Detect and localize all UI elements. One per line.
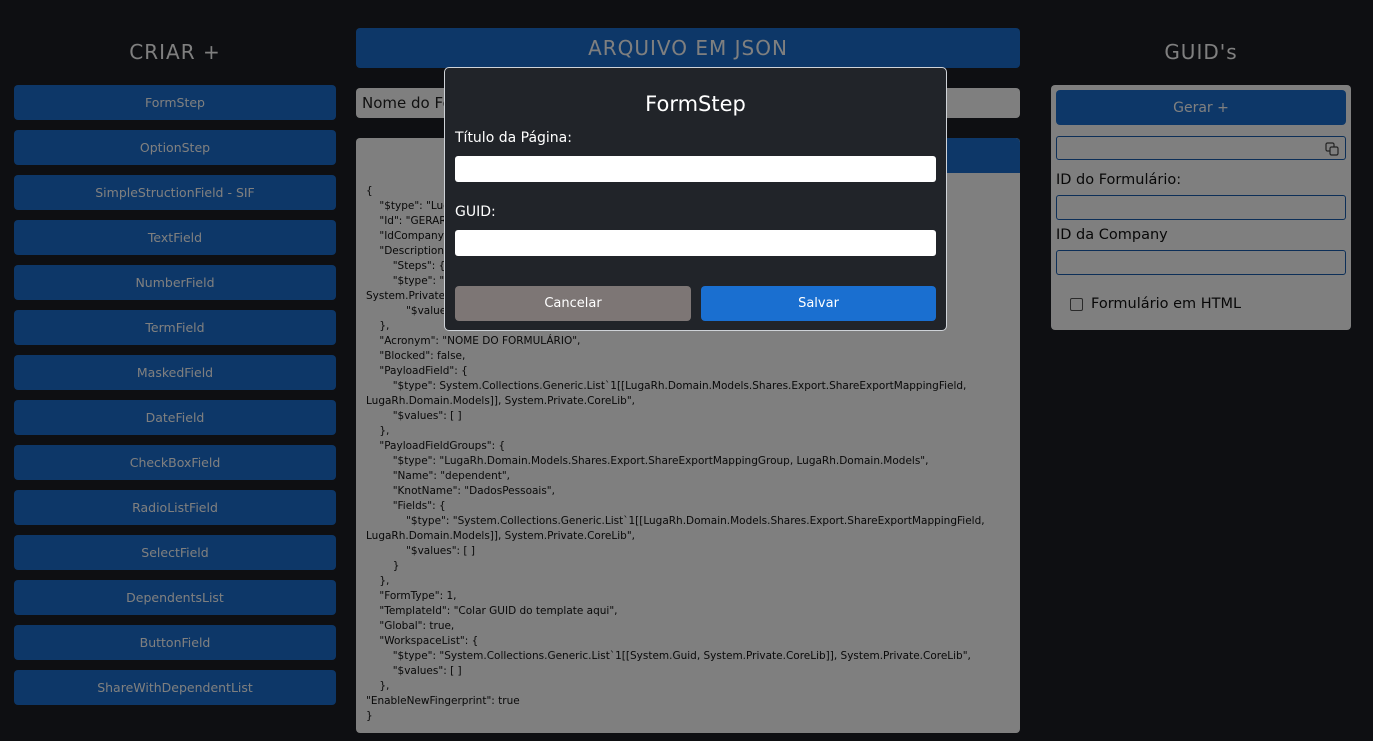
page-title-label: Título da Página: (455, 130, 572, 146)
guid-label: GUID: (455, 204, 496, 220)
dialog-title: FormStep (645, 92, 746, 116)
cancel-button[interactable]: Cancelar (455, 286, 691, 321)
page-title-input[interactable] (455, 156, 936, 182)
formstep-dialog: FormStep Título da Página: GUID: Cancela… (444, 67, 947, 331)
guid-input[interactable] (455, 230, 936, 256)
save-button[interactable]: Salvar (701, 286, 936, 321)
